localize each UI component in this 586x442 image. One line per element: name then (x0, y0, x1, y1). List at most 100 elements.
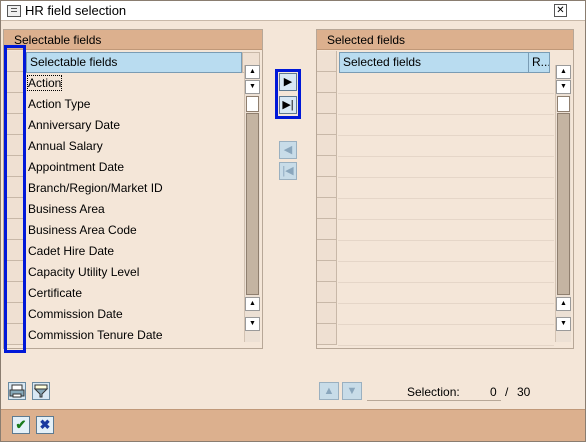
scroll-page-down-icon[interactable]: ▼ (556, 317, 571, 331)
list-item[interactable]: Cadet Hire Date (25, 241, 241, 262)
row-selector[interactable] (317, 303, 337, 324)
selected-fields-scrollbar[interactable]: ▲ ▼ ▲ ▼ (555, 65, 571, 342)
scroll-page-down-icon[interactable]: ▼ (245, 317, 260, 331)
row-selector[interactable] (317, 219, 337, 240)
row-selector[interactable] (317, 135, 337, 156)
selectable-fields-list: Action Action Type Anniversary Date Annual … (25, 73, 243, 347)
selectable-fields-column-header[interactable]: Selectable fields (26, 52, 242, 73)
close-icon[interactable]: ✕ (554, 4, 567, 17)
checkmark-icon[interactable]: ✔ (12, 416, 30, 434)
add-all-fields-button[interactable]: ▶| (279, 96, 297, 114)
row-selector[interactable] (4, 177, 24, 198)
scroll-down-icon[interactable]: ▼ (245, 80, 260, 94)
row-selector[interactable] (4, 135, 24, 156)
list-item[interactable]: Business Area Code (25, 220, 241, 241)
row-selector[interactable] (4, 324, 24, 345)
empty-row (338, 94, 554, 115)
selection-underline (367, 400, 501, 401)
row-selector[interactable] (317, 156, 337, 177)
selectable-fields-scrollbar[interactable]: ▲ ▼ ▲ ▼ (244, 65, 260, 342)
list-item-label: Certificate (28, 286, 83, 300)
empty-row (338, 283, 554, 304)
empty-row (338, 136, 554, 157)
row-selector[interactable] (4, 51, 24, 72)
remove-field-button[interactable]: ◀ (279, 141, 297, 159)
scroll-up-icon[interactable]: ▲ (245, 65, 260, 79)
list-item[interactable]: Appointment Date (25, 157, 241, 178)
row-selector[interactable] (317, 198, 337, 219)
scroll-up-icon[interactable]: ▲ (556, 65, 571, 79)
list-item-label: Commission Tenure Date (28, 328, 163, 342)
row-selector[interactable] (317, 282, 337, 303)
filter-icon[interactable] (32, 382, 50, 400)
row-selector[interactable] (4, 282, 24, 303)
row-selector-column (317, 51, 338, 347)
scroll-thumb[interactable] (557, 113, 570, 295)
list-item[interactable]: Annual Salary (25, 136, 241, 157)
list-item[interactable]: Certificate (25, 283, 241, 304)
row-selector[interactable] (4, 114, 24, 135)
list-item[interactable]: Action (25, 73, 241, 94)
selectable-fields-heading: Selectable fields (4, 30, 262, 50)
scroll-down-icon[interactable]: ▼ (556, 80, 571, 94)
empty-row (338, 241, 554, 262)
window-title: HR field selection (25, 3, 127, 18)
row-selector-column (4, 51, 25, 347)
row-selector[interactable] (4, 198, 24, 219)
list-item-label: Business Area Code (28, 223, 137, 237)
row-selector[interactable] (317, 324, 337, 345)
scroll-thumb[interactable] (246, 113, 259, 295)
list-item[interactable]: Action Type (25, 94, 241, 115)
list-item-label: Anniversary Date (28, 118, 121, 132)
list-item[interactable]: Anniversary Date (25, 115, 241, 136)
list-item-label: Action (26, 75, 63, 91)
empty-row (338, 325, 554, 346)
row-selector[interactable] (4, 219, 24, 240)
row-selector[interactable] (4, 93, 24, 114)
list-item[interactable]: Commission Date (25, 304, 241, 325)
row-selector[interactable] (317, 261, 337, 282)
scroll-thumb-top[interactable] (246, 96, 259, 112)
row-selector[interactable] (4, 240, 24, 261)
list-item-label: Action Type (28, 97, 91, 111)
selection-total: 30 (517, 385, 531, 399)
empty-row (338, 304, 554, 325)
row-selector[interactable] (4, 156, 24, 177)
add-field-button[interactable]: ▶ (279, 73, 297, 91)
print-icon[interactable] (8, 382, 26, 400)
list-item-label: Capacity Utility Level (28, 265, 140, 279)
row-selector[interactable] (317, 72, 337, 93)
scroll-page-up-icon[interactable]: ▲ (245, 297, 260, 311)
empty-row (338, 178, 554, 199)
row-selector[interactable] (317, 177, 337, 198)
scroll-thumb-top[interactable] (557, 96, 570, 112)
move-up-button[interactable]: ▲ (319, 382, 339, 400)
list-item[interactable]: Business Area (25, 199, 241, 220)
empty-row (338, 199, 554, 220)
list-item[interactable]: Capacity Utility Level (25, 262, 241, 283)
list-item-label: Annual Salary (28, 139, 103, 153)
move-down-button[interactable]: ▼ (342, 382, 362, 400)
cancel-icon[interactable]: ✖ (36, 416, 54, 434)
row-selector[interactable] (317, 93, 337, 114)
selected-fields-heading: Selected fields (317, 30, 573, 50)
row-selector[interactable] (4, 72, 24, 93)
list-item[interactable]: Commission Tenure Date (25, 325, 241, 346)
row-selector[interactable] (317, 240, 337, 261)
row-selector[interactable] (4, 261, 24, 282)
selected-fields-r-column-header[interactable]: R... (528, 52, 550, 73)
selection-count: 0 (490, 385, 497, 399)
dialog-footer: ✔ ✖ (1, 409, 585, 441)
row-selector[interactable] (4, 303, 24, 324)
empty-row (338, 157, 554, 178)
list-item-label: Branch/Region/Market ID (28, 181, 163, 195)
row-selector[interactable] (317, 51, 337, 72)
remove-all-fields-button[interactable]: |◀ (279, 162, 297, 180)
empty-row (338, 73, 554, 94)
selected-fields-column-header[interactable]: Selected fields (339, 52, 529, 73)
window-icon (7, 4, 21, 17)
list-item[interactable]: Branch/Region/Market ID (25, 178, 241, 199)
list-item-label: Commission Date (28, 307, 123, 321)
row-selector[interactable] (317, 114, 337, 135)
scroll-page-up-icon[interactable]: ▲ (556, 297, 571, 311)
